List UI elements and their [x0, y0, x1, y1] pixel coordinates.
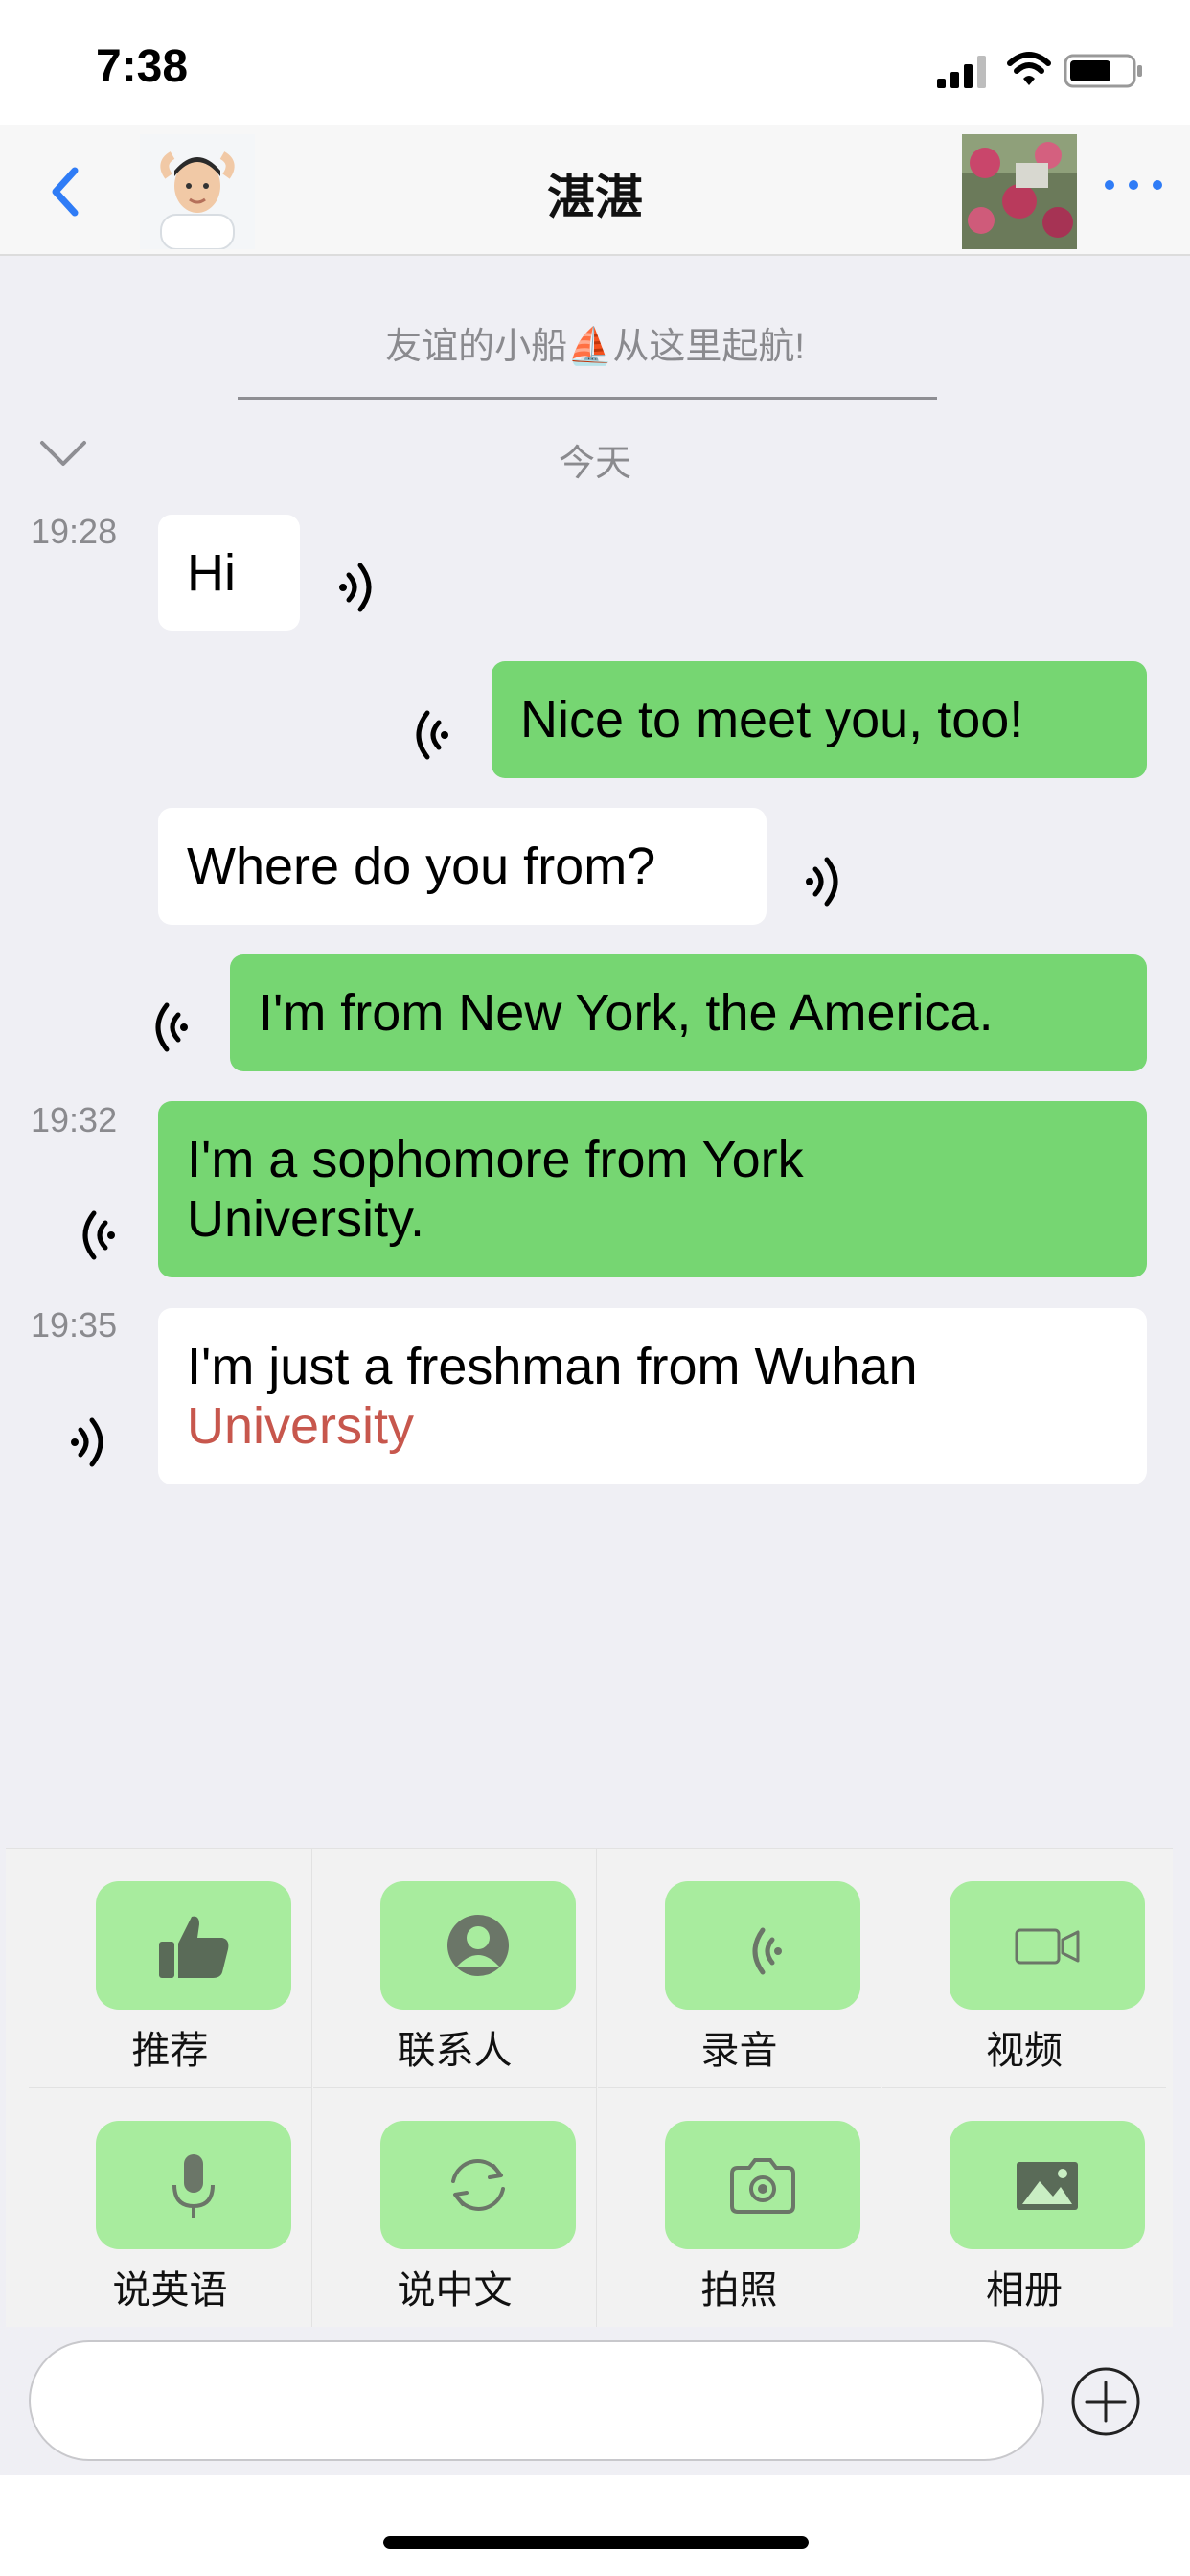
recommend-button[interactable]	[96, 1881, 291, 2010]
contact-icon	[447, 1915, 509, 1976]
video-camera-icon	[1015, 1928, 1080, 1965]
add-plus-icon[interactable]	[1069, 2365, 1142, 2438]
play-audio-icon[interactable]	[67, 1202, 119, 1269]
message-timestamp: 19:28	[31, 512, 118, 551]
microphone-icon	[172, 2154, 215, 2218]
speak-chinese-button[interactable]	[380, 2121, 576, 2249]
photo-album-icon	[1017, 2162, 1078, 2210]
video-label: 视频	[986, 2030, 1063, 2072]
status-bar: 7:38	[0, 0, 1190, 125]
input-bar	[0, 2327, 1190, 2475]
recommend-action[interactable]: 推荐	[29, 1849, 312, 2088]
recommend-label: 推荐	[131, 2030, 209, 2072]
message-line: University.	[187, 1190, 425, 1248]
message-timestamp: 19:35	[31, 1305, 118, 1345]
intro-divider	[238, 397, 937, 400]
speak-english-action[interactable]: 说英语	[29, 2088, 312, 2328]
more-options-icon[interactable]	[1100, 171, 1167, 199]
play-audio-icon[interactable]	[335, 554, 387, 621]
speak-chinese-action[interactable]: 说中文	[313, 2088, 597, 2328]
play-audio-icon[interactable]	[400, 702, 452, 769]
signal-icon	[937, 56, 986, 88]
chat-header: 湛湛	[0, 125, 1190, 256]
record-button[interactable]	[665, 1881, 860, 2010]
outgoing-message-bubble[interactable]: I'm a sophomore from York University.	[158, 1101, 1147, 1277]
play-audio-icon[interactable]	[67, 1409, 119, 1476]
speak-english-label: 说英语	[112, 2269, 228, 2312]
incoming-message-bubble[interactable]: Where do you from?	[158, 808, 767, 925]
outgoing-message-bubble[interactable]: Nice to meet you, too!	[492, 661, 1147, 778]
album-action[interactable]: 相册	[882, 2088, 1166, 2328]
highlighted-word[interactable]: University	[187, 1396, 1118, 1456]
wifi-icon	[1007, 52, 1051, 85]
message-timestamp: 19:32	[31, 1100, 118, 1139]
thumbs-up-icon	[159, 1916, 229, 1978]
contacts-button[interactable]	[380, 1881, 576, 2010]
outgoing-message-bubble[interactable]: I'm from New York, the America.	[230, 954, 1147, 1071]
status-time: 7:38	[96, 41, 189, 92]
take-photo-button[interactable]	[665, 2121, 860, 2249]
play-audio-icon[interactable]	[802, 848, 854, 915]
incoming-message-bubble[interactable]: Hi	[158, 515, 300, 631]
camera-icon	[730, 2158, 795, 2214]
audio-wave-icon	[752, 1927, 782, 1975]
incoming-message-bubble[interactable]: I'm just a freshman from Wuhan Universit…	[158, 1308, 1147, 1484]
record-label: 录音	[700, 2030, 778, 2072]
date-separator: 今天	[558, 444, 631, 484]
video-button[interactable]	[950, 1881, 1145, 2010]
speak-chinese-label: 说中文	[397, 2269, 513, 2312]
video-action[interactable]: 视频	[882, 1849, 1166, 2088]
take-photo-action[interactable]: 拍照	[598, 2088, 881, 2328]
contacts-label: 联系人	[397, 2030, 513, 2072]
refresh-icon	[451, 2159, 505, 2211]
home-indicator-area	[0, 2475, 1190, 2576]
album-button[interactable]	[950, 2121, 1145, 2249]
take-photo-label: 拍照	[700, 2269, 778, 2312]
speak-english-button[interactable]	[96, 2121, 291, 2249]
play-audio-icon[interactable]	[140, 994, 192, 1061]
album-label: 相册	[986, 2269, 1063, 2312]
friendship-intro: 友谊的小船⛵从这里起航!	[385, 327, 805, 367]
my-avatar[interactable]	[962, 134, 1077, 249]
message-line: I'm just a freshman from Wuhan	[187, 1338, 918, 1395]
battery-icon	[1064, 54, 1142, 88]
home-indicator[interactable]	[383, 2536, 809, 2549]
message-input[interactable]	[29, 2340, 1044, 2461]
action-panel: 推荐 联系人 录音 视频 说英语 说中文 拍照 相册	[6, 1848, 1173, 2328]
contacts-action[interactable]: 联系人	[313, 1849, 597, 2088]
record-action[interactable]: 录音	[598, 1849, 881, 2088]
message-line: I'm a sophomore from York	[187, 1131, 804, 1188]
